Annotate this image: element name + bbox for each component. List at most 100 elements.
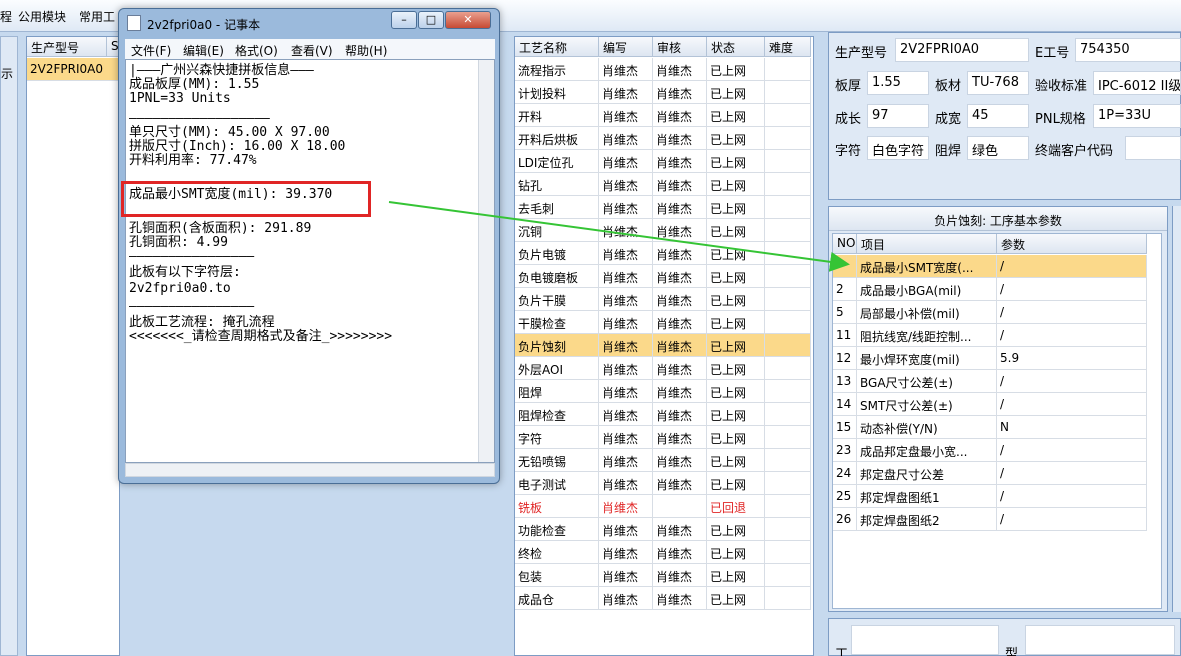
process-cell[interactable]: 已回退: [707, 495, 765, 518]
menu-item-common-module[interactable]: 公用模块: [18, 8, 66, 25]
param-cell[interactable]: 成品最小SMT宽度(...: [857, 255, 997, 278]
process-cell[interactable]: 已上网: [707, 173, 765, 196]
process-cell[interactable]: [765, 288, 811, 311]
process-cell[interactable]: 肖维杰: [599, 587, 653, 610]
param-cell[interactable]: 局部最小补偿(mil): [857, 301, 997, 324]
process-cell[interactable]: 肖维杰: [653, 219, 707, 242]
param-cell[interactable]: 2: [833, 278, 857, 301]
process-cell[interactable]: 肖维杰: [653, 196, 707, 219]
maximize-button[interactable]: □: [418, 11, 444, 29]
process-cell[interactable]: 肖维杰: [599, 380, 653, 403]
process-cell[interactable]: [765, 334, 811, 357]
param-cell[interactable]: N: [997, 416, 1147, 439]
process-cell[interactable]: 肖维杰: [599, 173, 653, 196]
process-cell[interactable]: 已上网: [707, 357, 765, 380]
menu-view[interactable]: 查看(V): [291, 42, 333, 59]
process-cell[interactable]: [765, 403, 811, 426]
process-name-cell[interactable]: 阻焊检查: [515, 403, 599, 426]
process-cell[interactable]: 已上网: [707, 58, 765, 81]
process-cell[interactable]: 肖维杰: [653, 541, 707, 564]
process-cell[interactable]: 已上网: [707, 380, 765, 403]
process-cell[interactable]: 肖维杰: [599, 403, 653, 426]
process-cell[interactable]: [765, 242, 811, 265]
process-cell[interactable]: [765, 58, 811, 81]
process-cell[interactable]: 已上网: [707, 127, 765, 150]
param-cell[interactable]: /: [997, 485, 1147, 508]
process-cell[interactable]: [765, 265, 811, 288]
process-name-cell[interactable]: 外层AOI: [515, 357, 599, 380]
process-name-cell[interactable]: 铣板: [515, 495, 599, 518]
process-name-cell[interactable]: 负片电镀: [515, 242, 599, 265]
process-cell[interactable]: [765, 449, 811, 472]
process-cell[interactable]: 肖维杰: [599, 426, 653, 449]
notepad-vertical-scrollbar[interactable]: [478, 60, 494, 462]
process-cell[interactable]: 已上网: [707, 564, 765, 587]
process-cell[interactable]: 肖维杰: [599, 495, 653, 518]
process-cell[interactable]: 已上网: [707, 104, 765, 127]
process-cell[interactable]: 肖维杰: [653, 426, 707, 449]
process-name-cell[interactable]: 字符: [515, 426, 599, 449]
param-cell[interactable]: /: [997, 370, 1147, 393]
param-cell[interactable]: 5: [833, 301, 857, 324]
process-cell[interactable]: 肖维杰: [599, 449, 653, 472]
process-cell[interactable]: 肖维杰: [599, 242, 653, 265]
process-cell[interactable]: 已上网: [707, 403, 765, 426]
param-cell[interactable]: 11: [833, 324, 857, 347]
length-field[interactable]: 97: [867, 104, 929, 128]
process-cell[interactable]: [765, 81, 811, 104]
menu-help[interactable]: 帮助(H): [345, 42, 387, 59]
param-cell[interactable]: /: [997, 462, 1147, 485]
process-cell[interactable]: 肖维杰: [599, 334, 653, 357]
param-cell[interactable]: 26: [833, 508, 857, 531]
param-cell[interactable]: 25: [833, 485, 857, 508]
process-cell[interactable]: 肖维杰: [599, 265, 653, 288]
process-cell[interactable]: 已上网: [707, 265, 765, 288]
process-cell[interactable]: 肖维杰: [653, 58, 707, 81]
param-cell[interactable]: [833, 255, 857, 278]
param-cell[interactable]: 邦定焊盘图纸2: [857, 508, 997, 531]
customer-field[interactable]: [1125, 136, 1181, 160]
process-name-cell[interactable]: 成品仓: [515, 587, 599, 610]
process-name-cell[interactable]: 计划投料: [515, 81, 599, 104]
process-cell[interactable]: [765, 495, 811, 518]
param-cell[interactable]: /: [997, 324, 1147, 347]
process-name-cell[interactable]: 开料后烘板: [515, 127, 599, 150]
process-cell[interactable]: 肖维杰: [653, 104, 707, 127]
param-cell[interactable]: 成品邦定盘最小宽...: [857, 439, 997, 462]
param-cell[interactable]: 动态补偿(Y/N): [857, 416, 997, 439]
process-cell[interactable]: [765, 564, 811, 587]
process-cell[interactable]: 肖维杰: [653, 472, 707, 495]
process-cell[interactable]: [765, 541, 811, 564]
param-cell[interactable]: 5.9: [997, 347, 1147, 370]
standard-field[interactable]: IPC-6012 II级: [1093, 71, 1181, 95]
process-cell[interactable]: 肖维杰: [599, 472, 653, 495]
param-cell[interactable]: /: [997, 255, 1147, 278]
process-cell[interactable]: 已上网: [707, 541, 765, 564]
minimize-button[interactable]: –: [391, 11, 417, 29]
process-cell[interactable]: 肖维杰: [653, 449, 707, 472]
menu-file[interactable]: 文件(F): [131, 42, 171, 59]
notepad-horizontal-scrollbar[interactable]: [125, 463, 495, 477]
process-col-header[interactable]: 编写: [599, 37, 653, 57]
process-cell[interactable]: 肖维杰: [653, 150, 707, 173]
process-cell[interactable]: 肖维杰: [599, 104, 653, 127]
model-row[interactable]: 2V2FPRI0A0: [27, 58, 119, 81]
process-cell[interactable]: 肖维杰: [599, 219, 653, 242]
param-cell[interactable]: 成品最小BGA(mil): [857, 278, 997, 301]
process-cell[interactable]: [653, 495, 707, 518]
param-cell[interactable]: /: [997, 393, 1147, 416]
process-cell[interactable]: 肖维杰: [599, 541, 653, 564]
param-col-header[interactable]: 项目: [857, 234, 997, 254]
process-col-header[interactable]: 审核: [653, 37, 707, 57]
process-cell[interactable]: 已上网: [707, 196, 765, 219]
param-cell[interactable]: 15: [833, 416, 857, 439]
menu-edit[interactable]: 编辑(E): [183, 42, 224, 59]
process-cell[interactable]: 已上网: [707, 518, 765, 541]
process-name-cell[interactable]: 无铅喷锡: [515, 449, 599, 472]
process-cell[interactable]: 肖维杰: [599, 81, 653, 104]
param-cell[interactable]: 邦定盘尺寸公差: [857, 462, 997, 485]
process-cell[interactable]: 肖维杰: [653, 173, 707, 196]
process-cell[interactable]: 肖维杰: [653, 242, 707, 265]
process-cell[interactable]: 已上网: [707, 472, 765, 495]
param-cell[interactable]: 13: [833, 370, 857, 393]
